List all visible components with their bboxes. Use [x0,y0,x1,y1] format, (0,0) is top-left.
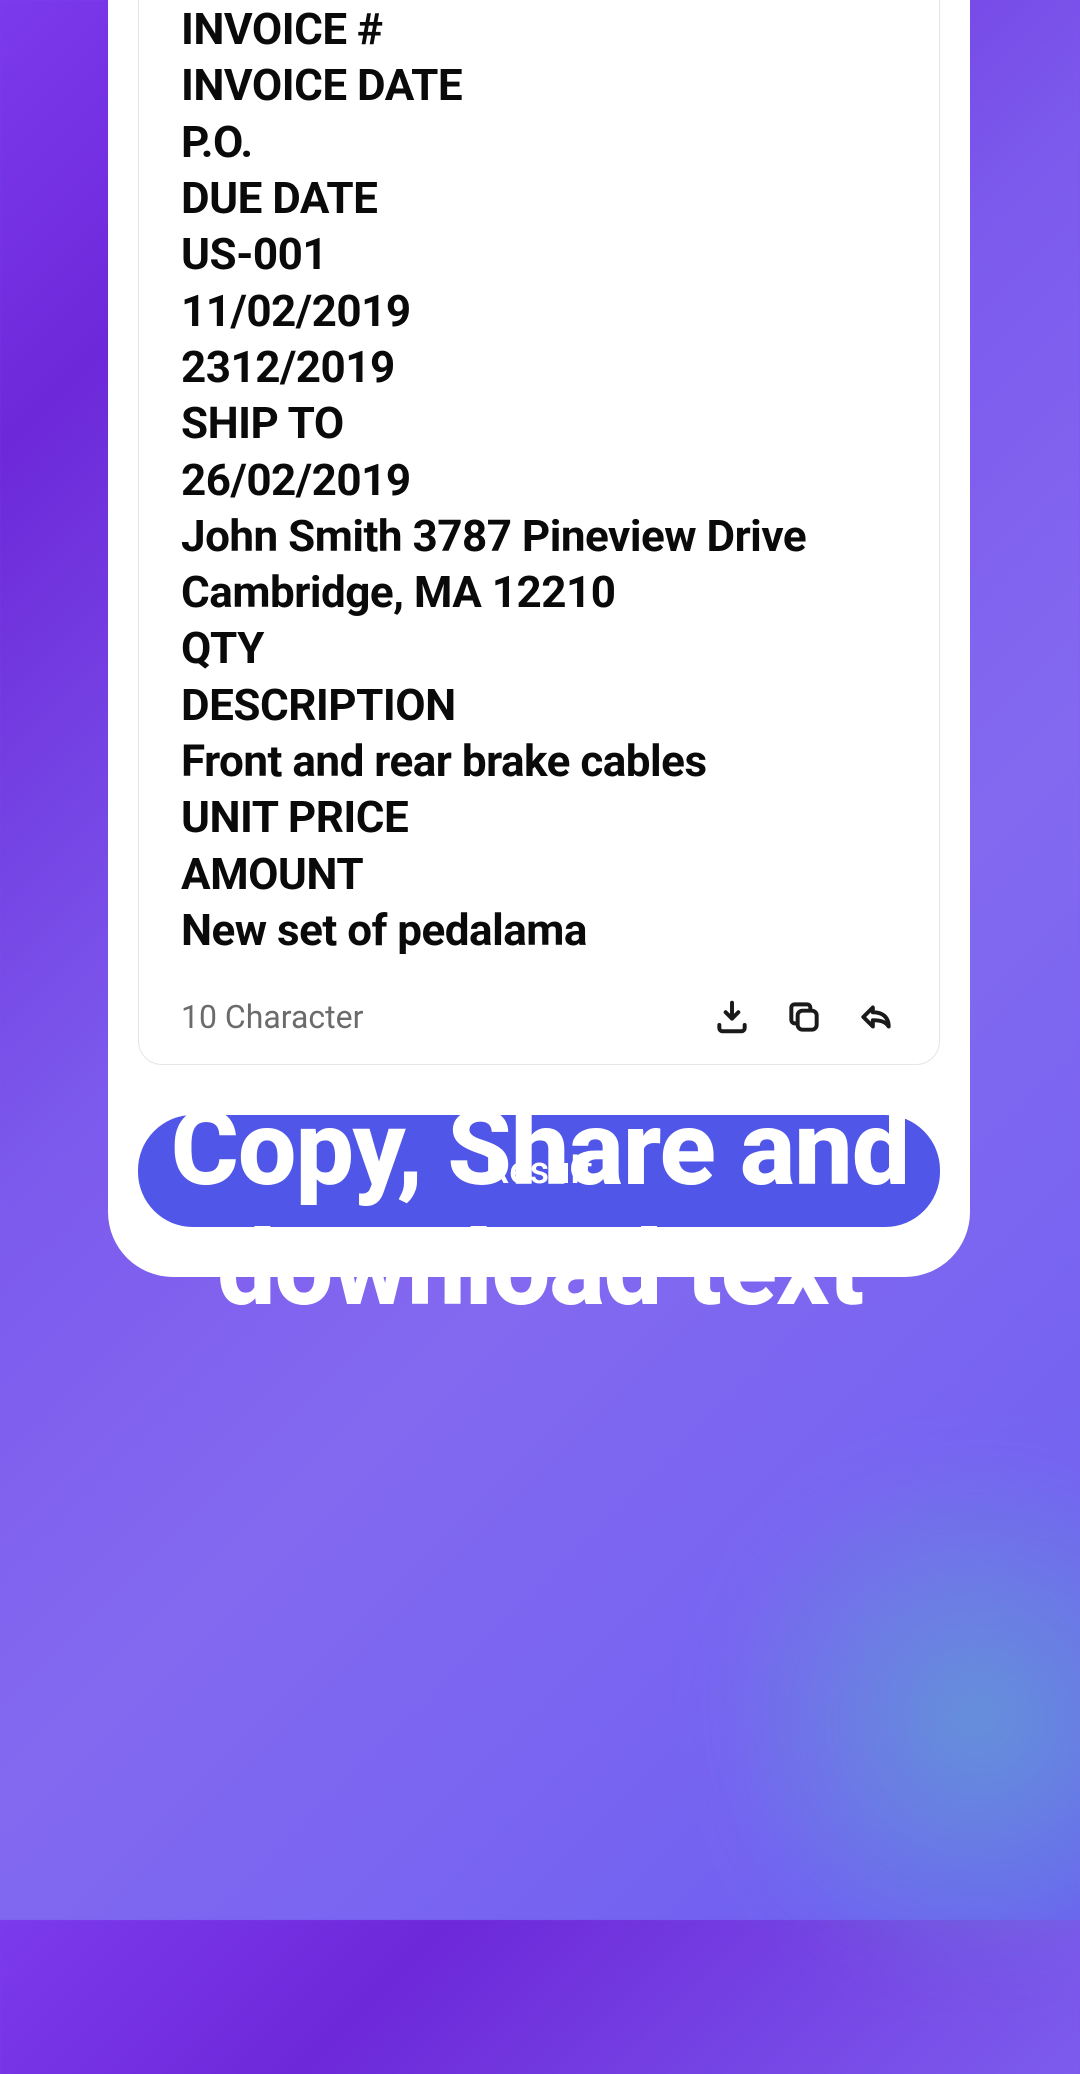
result-card: INVOICE # INVOICE DATE P.O. DUE DATE US-… [138,0,940,1065]
text-line: P.O. [181,114,897,170]
marketing-headline: Copy, Share and download text [0,1090,1080,1329]
download-icon[interactable] [711,996,753,1038]
text-line: John Smith 3787 Pineview Drive [181,508,897,564]
phone-frame: INVOICE # INVOICE DATE P.O. DUE DATE US-… [108,0,970,1277]
text-line: 26/02/2019 [181,452,897,508]
character-count: 10 Character [181,998,363,1036]
text-line: SHIP TO [181,395,897,451]
extracted-text: INVOICE # INVOICE DATE P.O. DUE DATE US-… [139,0,939,978]
text-line: DESCRIPTION [181,677,897,733]
share-icon[interactable] [855,996,897,1038]
copy-icon[interactable] [783,996,825,1038]
text-line: INVOICE DATE [181,57,897,113]
text-line: 2312/2019 [181,339,897,395]
card-footer: 10 Character [139,978,939,1064]
text-line: AMOUNT [181,846,897,902]
text-line: Front and rear brake cables [181,733,897,789]
text-line: INVOICE # [181,1,897,57]
text-line: DUE DATE [181,170,897,226]
text-line: US-001 [181,226,897,282]
text-line: 11/02/2019 [181,283,897,339]
text-line: New set of pedalama [181,902,897,958]
text-line: UNIT PRICE [181,789,897,845]
action-icons [711,996,897,1038]
text-line: Cambridge, MA 12210 [181,564,897,620]
text-line: QTY [181,620,897,676]
